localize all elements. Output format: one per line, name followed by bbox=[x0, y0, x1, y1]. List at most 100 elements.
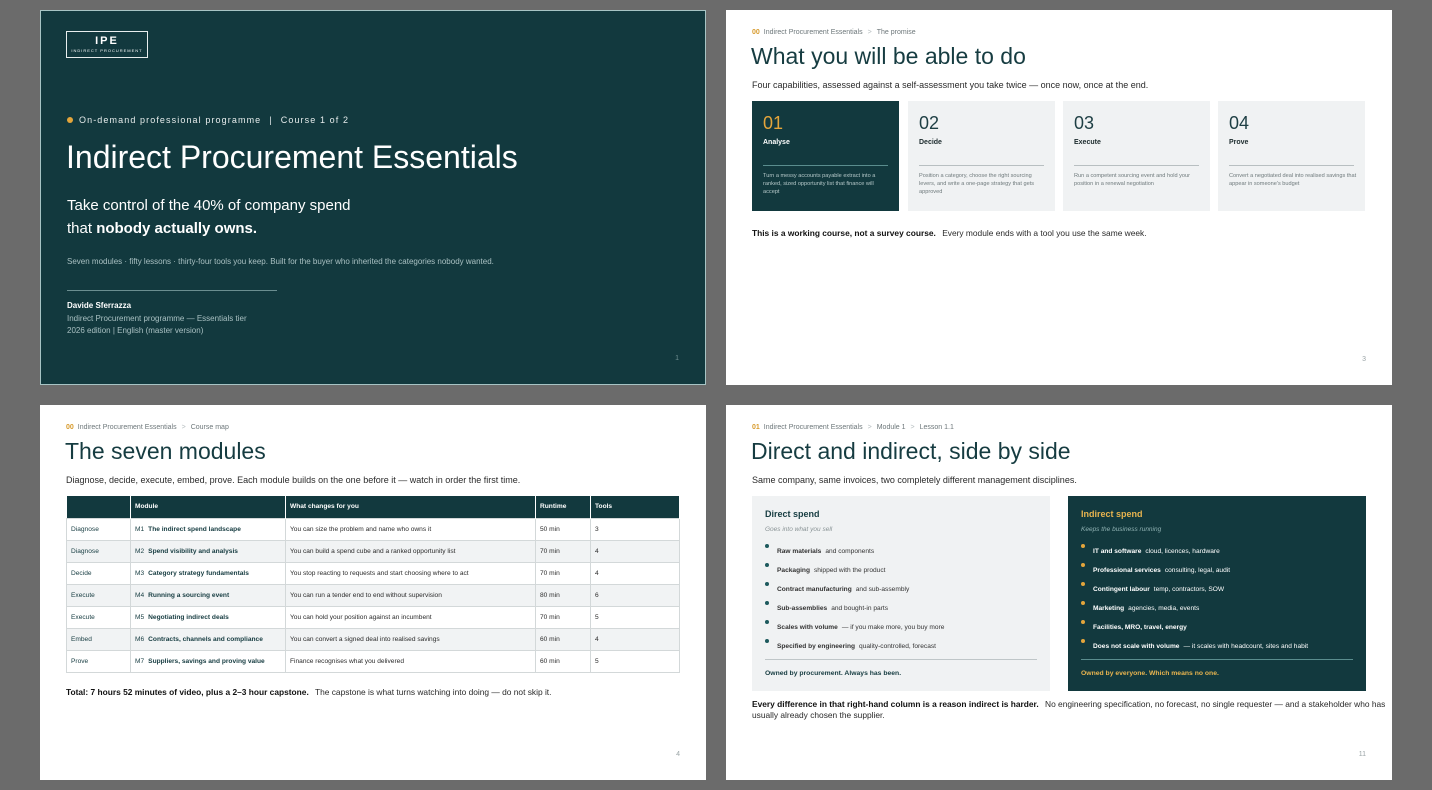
cell-change: You can convert a signed deal into reali… bbox=[285, 627, 536, 651]
card-label: Prove bbox=[1229, 139, 1249, 146]
capability-card-prove: 04 Prove Convert a negotiated deal into … bbox=[1218, 101, 1365, 211]
slide-note: Every difference in that right-hand colu… bbox=[752, 699, 1385, 709]
table-row: Diagnose M1 The indirect spend landscape … bbox=[66, 517, 680, 541]
column-header-change: What changes for you bbox=[285, 496, 536, 518]
module-code: M2 bbox=[135, 547, 145, 555]
page-number: 11 bbox=[1358, 751, 1366, 758]
note-text: Every module ends with a tool you use th… bbox=[942, 228, 1147, 238]
cell-module: M7 Suppliers, savings and proving value bbox=[130, 649, 286, 673]
cell-change: You can build a spend cube and a ranked … bbox=[285, 539, 536, 563]
card-label: Decide bbox=[919, 139, 942, 146]
table-row: Decide M3 Category strategy fundamentals … bbox=[66, 561, 680, 585]
module-code: M1 bbox=[135, 525, 145, 533]
item-text: cloud, licences, hardware bbox=[1145, 548, 1220, 555]
card-divider bbox=[1229, 165, 1354, 166]
logo-mark: IPE bbox=[95, 35, 119, 47]
cell-phase: Diagnose bbox=[66, 517, 131, 541]
slide-title[interactable]: IPE INDIRECT PROCUREMENT On-demand profe… bbox=[40, 10, 706, 385]
slide-direct-indirect[interactable]: 01 Indirect Procurement Essentials > Module… bbox=[726, 405, 1392, 780]
cell-module: M3 Category strategy fundamentals bbox=[130, 561, 286, 585]
cell-phase: Decide bbox=[66, 561, 131, 585]
cell-change: You can size the problem and name who ow… bbox=[285, 517, 536, 541]
list-item: IT and software cloud, licences, hardware bbox=[1081, 544, 1308, 563]
list-item: Packaging shipped with the product bbox=[765, 563, 944, 582]
module-code: M5 bbox=[135, 613, 145, 621]
cell-tools: 4 bbox=[590, 539, 680, 563]
indirect-spend-panel: Indirect spend Keeps the business runnin… bbox=[1068, 496, 1366, 691]
tagline: Take control of the 40% of company spend… bbox=[67, 194, 351, 240]
capability-card-decide: 02 Decide Position a category, choose th… bbox=[908, 101, 1055, 211]
strapline: Seven modules · fifty lessons · thirty-f… bbox=[67, 257, 494, 266]
table-row: Diagnose M2 Spend visibility and analysis… bbox=[66, 539, 680, 563]
breadcrumb-section: Course map bbox=[190, 424, 229, 431]
cell-module: M6 Contracts, channels and compliance bbox=[130, 627, 286, 651]
panel-heading: Indirect spend bbox=[1081, 509, 1143, 519]
author-line-1: Indirect Procurement programme — Essenti… bbox=[67, 314, 247, 323]
cell-runtime: 50 min bbox=[535, 517, 591, 541]
cell-runtime: 80 min bbox=[535, 583, 591, 607]
slide-course-map[interactable]: 00 Indirect Procurement Essentials > Course… bbox=[40, 405, 706, 780]
cell-tools: 5 bbox=[590, 649, 680, 673]
item-text: and bought-in parts bbox=[831, 605, 889, 612]
item-bold: Contract manufacturing bbox=[777, 586, 852, 593]
cell-phase: Diagnose bbox=[66, 539, 131, 563]
slide-heading: Direct and indirect, side by side bbox=[751, 438, 1071, 464]
slide-lead: Same company, same invoices, two complet… bbox=[752, 475, 1077, 485]
panel-subheading: Keeps the business running bbox=[1081, 526, 1162, 533]
cell-runtime: 60 min bbox=[535, 649, 591, 673]
cell-phase: Execute bbox=[66, 583, 131, 607]
item-text: shipped with the product bbox=[813, 567, 886, 574]
panel-divider bbox=[1081, 659, 1353, 660]
column-header-phase bbox=[66, 496, 131, 518]
list-item: Does not scale with volume — it scales wi… bbox=[1081, 639, 1308, 658]
item-bold: Raw materials bbox=[777, 548, 822, 555]
breadcrumb-chevron-icon: > bbox=[867, 424, 872, 431]
breadcrumb: 00 Indirect Procurement Essentials > The pr… bbox=[752, 29, 916, 36]
cell-change: You stop reacting to requests and start … bbox=[285, 561, 536, 585]
item-text: and components bbox=[825, 548, 875, 555]
course-title: Indirect Procurement Essentials bbox=[66, 139, 518, 175]
card-divider bbox=[763, 165, 888, 166]
author-name: Davide Sferrazza bbox=[67, 301, 132, 310]
table-header-row: Module What changes for you Runtime Tool… bbox=[66, 496, 680, 518]
list-item: Contract manufacturing and sub-assembly bbox=[765, 582, 944, 601]
list-item: Contingent labour temp, contractors, SOW bbox=[1081, 582, 1308, 601]
breadcrumb-course: Indirect Procurement Essentials bbox=[763, 424, 863, 431]
cell-runtime: 60 min bbox=[535, 627, 591, 651]
cell-phase: Prove bbox=[66, 649, 131, 673]
cell-runtime: 70 min bbox=[535, 539, 591, 563]
module-name: Negotiating indirect deals bbox=[148, 613, 229, 621]
cell-phase: Execute bbox=[66, 605, 131, 629]
module-name: The indirect spend landscape bbox=[148, 525, 241, 533]
list-item: Facilities, MRO, travel, energy bbox=[1081, 620, 1308, 639]
table-row: Execute M4 Running a sourcing event You c… bbox=[66, 583, 680, 607]
item-text: — if you make more, you buy more bbox=[841, 624, 945, 631]
slide-note: Total: 7 hours 52 minutes of video, plus… bbox=[66, 687, 551, 697]
cell-runtime: 70 min bbox=[535, 561, 591, 585]
capability-card-analyse: 01 Analyse Turn a messy accounts payable… bbox=[752, 101, 899, 211]
item-bold: Facilities, MRO, travel, energy bbox=[1093, 624, 1187, 631]
note-emphasis: Every difference in that right-hand colu… bbox=[752, 699, 1039, 709]
column-header-runtime: Runtime bbox=[535, 496, 591, 518]
breadcrumb-lesson: Lesson 1.1 bbox=[919, 424, 954, 431]
cell-runtime: 70 min bbox=[535, 605, 591, 629]
card-description: Turn a messy accounts payable extract in… bbox=[763, 173, 876, 195]
item-bold: Professional services bbox=[1093, 567, 1161, 574]
module-name: Running a sourcing event bbox=[148, 591, 230, 599]
cell-module: M2 Spend visibility and analysis bbox=[130, 539, 286, 563]
cell-phase: Embed bbox=[66, 627, 131, 651]
slide-note: This is a working course, not a survey c… bbox=[752, 228, 1147, 238]
card-number: 04 bbox=[1229, 113, 1250, 133]
page-number: 4 bbox=[676, 751, 680, 758]
card-number: 02 bbox=[919, 113, 940, 133]
module-code: M6 bbox=[135, 635, 145, 643]
list-item: Marketing agencies, media, events bbox=[1081, 601, 1308, 620]
kicker-left: On-demand professional programme bbox=[79, 115, 262, 125]
breadcrumb-course: Indirect Procurement Essentials bbox=[77, 424, 177, 431]
logo-subtitle: INDIRECT PROCUREMENT bbox=[71, 48, 143, 53]
slide-lead: Four capabilities, assessed against a se… bbox=[752, 80, 1149, 90]
list-item: Raw materials and components bbox=[765, 544, 944, 563]
slide-promise[interactable]: 00 Indirect Procurement Essentials > The pr… bbox=[726, 10, 1392, 385]
item-text: temp, contractors, SOW bbox=[1153, 586, 1225, 593]
tagline-emphasis: nobody actually owns. bbox=[96, 220, 258, 237]
